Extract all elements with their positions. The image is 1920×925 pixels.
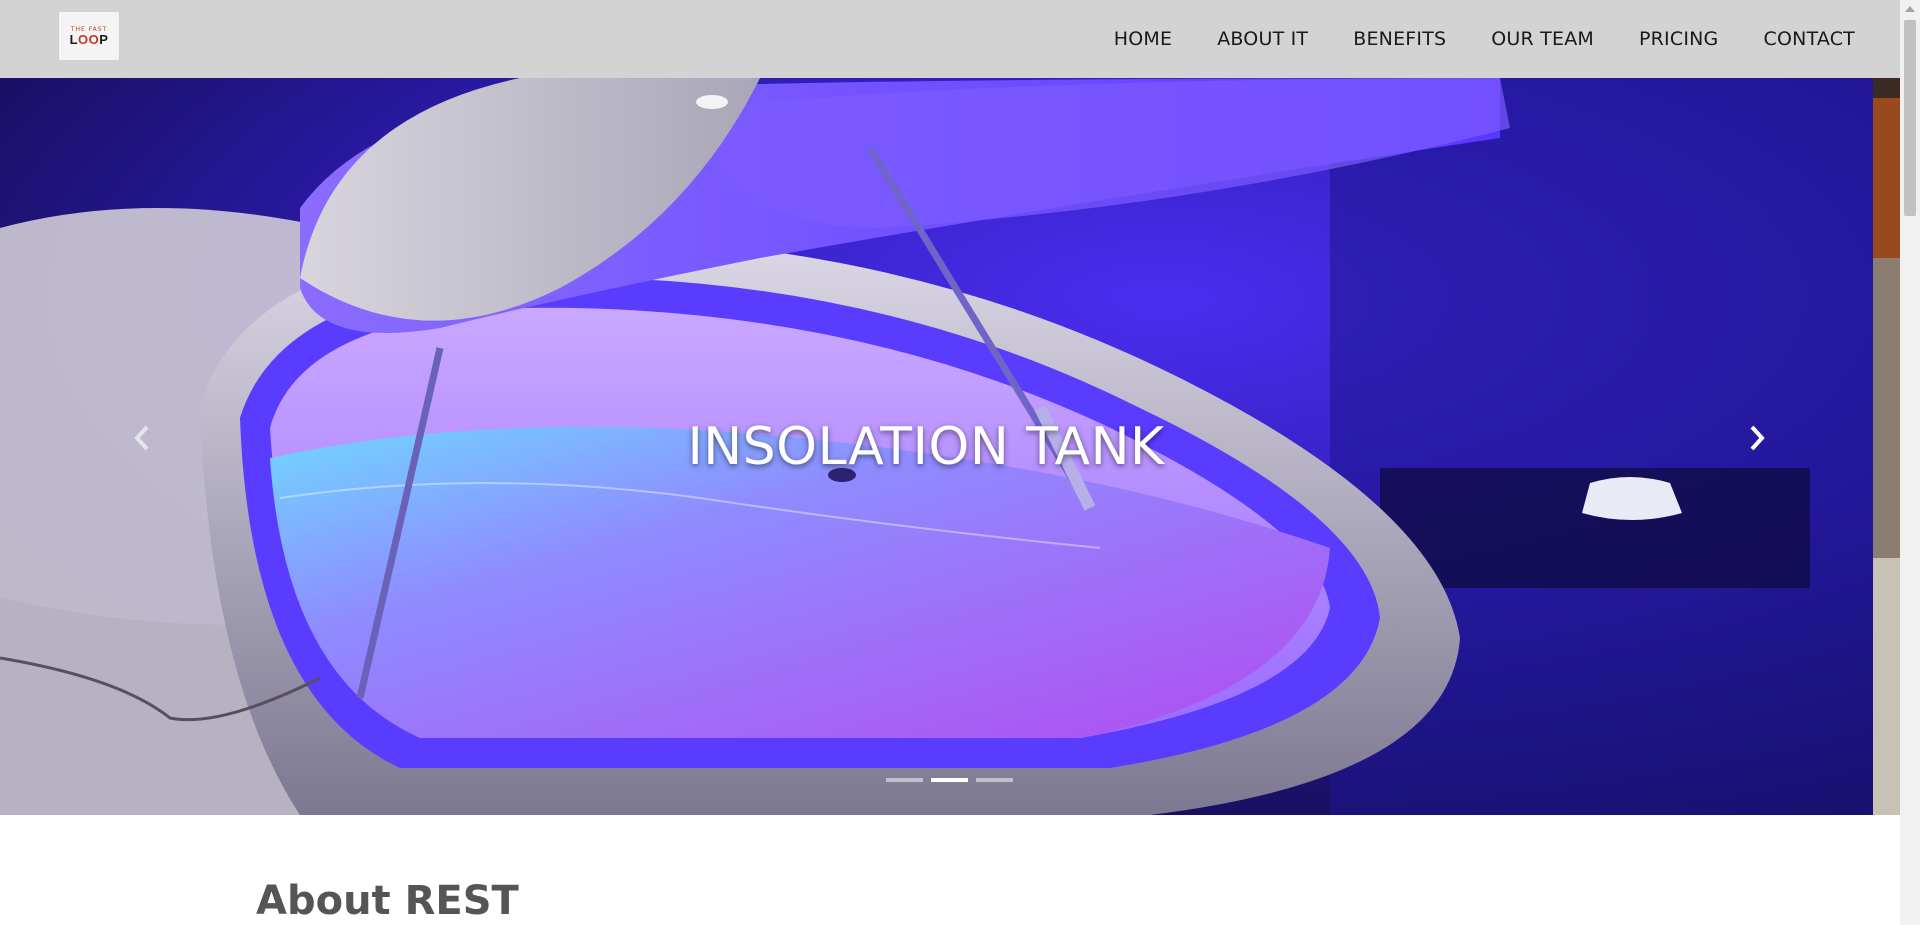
carousel-indicators: [886, 778, 1021, 782]
logo-accent-letters: OO: [78, 31, 100, 47]
nav-benefits-link[interactable]: BENEFITS: [1353, 28, 1446, 50]
nav-team-link[interactable]: OUR TEAM: [1491, 28, 1594, 50]
hero-slide-image: [0, 78, 1873, 815]
chevron-right-icon: [1750, 425, 1765, 451]
next-slide-preview: [1873, 78, 1900, 815]
nav-pricing-link[interactable]: PRICING: [1639, 28, 1718, 50]
carousel-indicator-2[interactable]: [931, 778, 968, 782]
page-scrollbar[interactable]: [1900, 0, 1920, 925]
about-section-title: About REST: [256, 878, 519, 924]
nav-contact-link[interactable]: CONTACT: [1763, 28, 1855, 50]
scroll-up-arrow-icon[interactable]: [1905, 6, 1915, 12]
hero-carousel: INSOLATION TANK: [0, 78, 1900, 815]
scrollbar-thumb[interactable]: [1904, 20, 1916, 216]
main-nav: HOME ABOUT IT BENEFITS OUR TEAM PRICING …: [1069, 0, 1855, 78]
carousel-next-button[interactable]: [1735, 408, 1779, 468]
nav-home-link[interactable]: HOME: [1114, 28, 1172, 50]
top-navbar: THE FAST LOOP HOME ABOUT IT BENEFITS OUR…: [0, 0, 1900, 78]
carousel-indicator-3[interactable]: [976, 778, 1013, 782]
logo-wordmark: LOOP: [69, 31, 109, 47]
chevron-left-icon: [134, 425, 149, 451]
carousel-prev-button[interactable]: [120, 408, 164, 468]
site-logo[interactable]: THE FAST LOOP: [58, 11, 120, 61]
carousel-indicator-1[interactable]: [886, 778, 923, 782]
nav-about-link[interactable]: ABOUT IT: [1217, 28, 1308, 50]
